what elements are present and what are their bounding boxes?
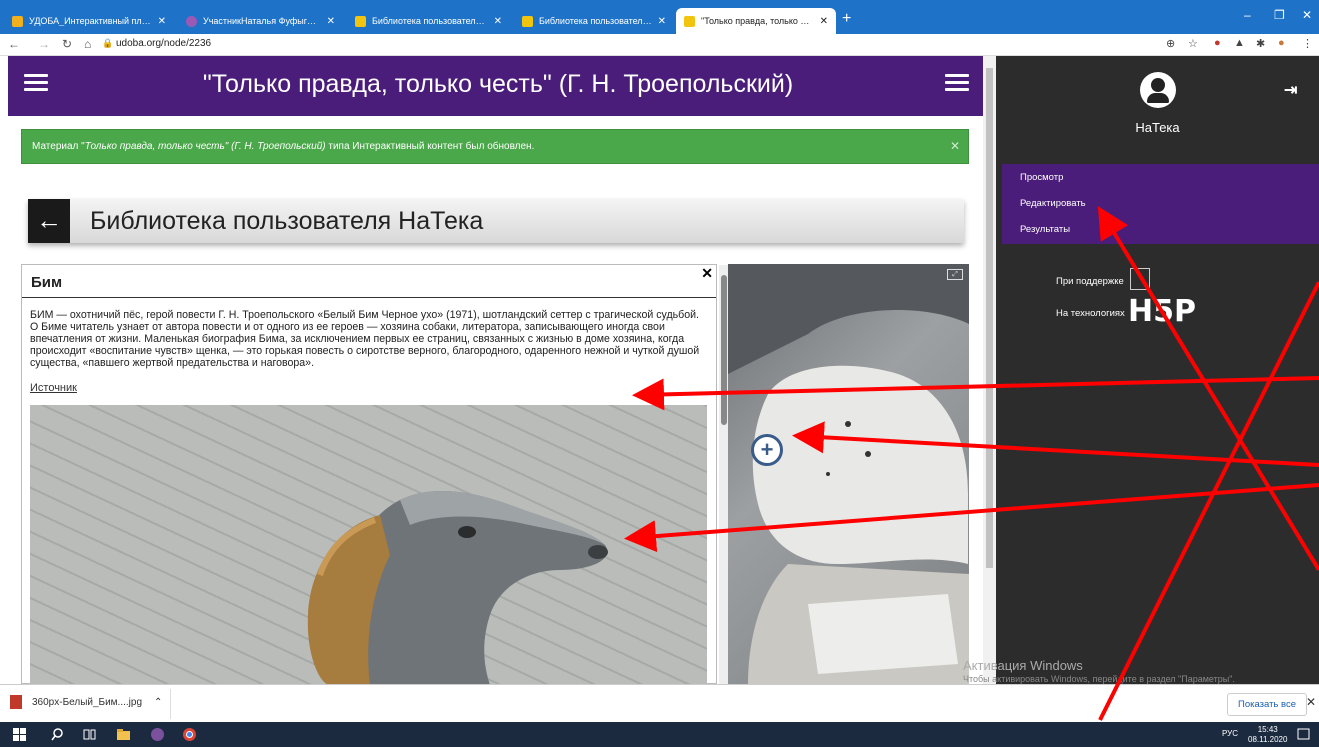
participant-favicon-icon [186,15,197,27]
new-tab-icon[interactable]: + [842,10,851,28]
supported-by-label: При поддержке [1056,276,1124,287]
home-icon[interactable]: ⌂ [84,37,91,51]
back-arrow-icon: ← [36,205,62,235]
chevron-up-icon[interactable]: ⌃ [154,697,162,708]
back-arrow-icon[interactable]: ← [8,37,20,51]
left-hamburger-icon[interactable] [24,74,48,92]
close-tab-icon[interactable]: ✕ [327,16,335,27]
image-file-icon [10,695,22,709]
viber-icon[interactable] [150,727,165,742]
popup-heading: Бим [31,274,63,291]
content-header: "Только правда, только честь" (Г. Н. Тро… [8,56,983,116]
adblock-icon[interactable]: ● [1214,37,1221,49]
forward-arrow-icon[interactable]: → [38,37,50,51]
popup-header: Бим ✕ [22,265,716,298]
user-sidebar: ⇥ НаТека Просмотр Редактировать Результа… [996,56,1319,684]
close-popup-icon[interactable]: ✕ [701,265,713,282]
show-all-button[interactable]: Показать все [1227,693,1307,716]
username: НаТека [1135,120,1180,135]
downloads-bar: 360px-Белый_Бим....jpg ⌃ Показать все ✕ [0,684,1319,722]
library-favicon-icon [355,15,366,27]
interactive-image[interactable]: ⤢ + [728,264,969,684]
task-view-icon[interactable] [82,727,97,742]
address-bar: ← → ↻ ⌂ 🔒 udoba.org/node/2236 ⊕ ☆ ● ▲ ✱ … [0,34,1319,56]
popup-description: БИМ — охотничий пёс, герой повести Г. Н.… [30,309,700,369]
close-downloads-icon[interactable]: ✕ [1306,695,1316,709]
profile-icon[interactable]: ● [1278,37,1285,49]
page-scrollbar[interactable] [983,56,996,684]
crest-logo-icon [1130,268,1150,290]
menu-item-results[interactable]: Результаты [1002,216,1319,242]
menu-item-edit[interactable]: Редактировать [1002,190,1319,216]
close-message-icon[interactable]: ✕ [950,139,960,153]
windows-activation-text: Чтобы активировать Windows, перейдите в … [963,674,1235,684]
reload-icon[interactable]: ↻ [62,37,72,51]
h5p-logo[interactable]: H5P [1128,294,1196,329]
bookmark-star-icon[interactable]: ☆ [1188,37,1198,50]
search-icon[interactable] [50,727,65,742]
library-favicon-icon [522,15,533,27]
system-clock[interactable]: 15:43 08.11.2020 [1248,725,1287,745]
sidebar-menu: Просмотр Редактировать Результаты [1002,164,1319,244]
close-tab-icon[interactable]: ✕ [494,16,502,27]
windows-taskbar: РУС 15:43 08.11.2020 [0,722,1319,747]
back-button[interactable]: ← [28,199,70,243]
dog-statue-photo [30,405,707,684]
source-link[interactable]: Источник [30,382,77,394]
windows-start-icon[interactable] [12,727,27,742]
close-tab-icon[interactable]: ✕ [820,16,828,27]
lock-icon: 🔒 [102,38,114,48]
page-content: "Только правда, только честь" (Г. Н. Тро… [0,56,996,684]
notifications-icon[interactable] [1296,727,1311,742]
right-hamburger-icon[interactable] [945,74,969,92]
maximize-icon[interactable]: ❐ [1274,8,1285,22]
tab-strip: УДОБА_Интерактивный плакат ✕ УчастникНат… [0,0,1319,34]
extensions-puzzle-icon[interactable]: ✱ [1256,37,1265,50]
windows-activation-title: Активация Windows [963,658,1083,673]
fullscreen-icon[interactable]: ⤢ [947,269,963,280]
tab-udoba-poster[interactable]: УДОБА_Интерактивный плакат ✕ [4,8,174,34]
content-favicon-icon [684,15,695,27]
file-explorer-icon[interactable] [116,727,131,742]
udoba-favicon-icon [12,15,23,27]
add-icon[interactable]: ⊕ [1166,37,1175,50]
close-window-icon[interactable]: ✕ [1302,8,1312,22]
library-title: Библиотека пользователя НаТека [90,207,484,235]
tab-library-1[interactable]: Библиотека пользователя НаТе ✕ [347,8,510,34]
url-field[interactable]: udoba.org/node/2236 [116,38,211,49]
minimize-icon[interactable]: – [1244,8,1251,22]
info-popup-panel: Бим ✕ БИМ — охотничий пёс, герой повести… [21,264,729,684]
close-tab-icon[interactable]: ✕ [658,16,666,27]
extension-triangle-icon[interactable]: ▲ [1234,37,1245,49]
download-item[interactable]: 360px-Белый_Бим....jpg ⌃ [10,695,162,709]
tab-library-2[interactable]: Библиотека пользователя НаТе ✕ [514,8,674,34]
menu-dots-icon[interactable]: ⋮ [1302,37,1313,50]
menu-item-view[interactable]: Просмотр [1002,164,1319,190]
page-title: "Только правда, только честь" (Г. Н. Тро… [202,70,794,98]
chrome-icon[interactable] [182,727,197,742]
hotspot-plus-button[interactable]: + [751,434,783,466]
close-tab-icon[interactable]: ✕ [158,16,166,27]
input-language[interactable]: РУС [1222,729,1238,738]
tab-participant[interactable]: УчастникНаталья Фуфыгина – ✕ [178,8,343,34]
technologies-label: На технологиях [1056,308,1125,319]
tab-active-content[interactable]: "Только правда, только честь" ( ✕ [676,8,836,34]
library-bar: ← Библиотека пользователя НаТека [28,199,964,243]
browser-window: УДОБА_Интерактивный плакат ✕ УчастникНат… [0,0,1319,747]
logout-icon[interactable]: ⇥ [1284,80,1297,100]
avatar-icon[interactable] [1140,72,1176,108]
dog-statue-illustration [307,490,608,684]
dog-drawing-illustration [728,264,969,684]
status-message: Материал "Только правда, только честь" (… [21,129,969,164]
